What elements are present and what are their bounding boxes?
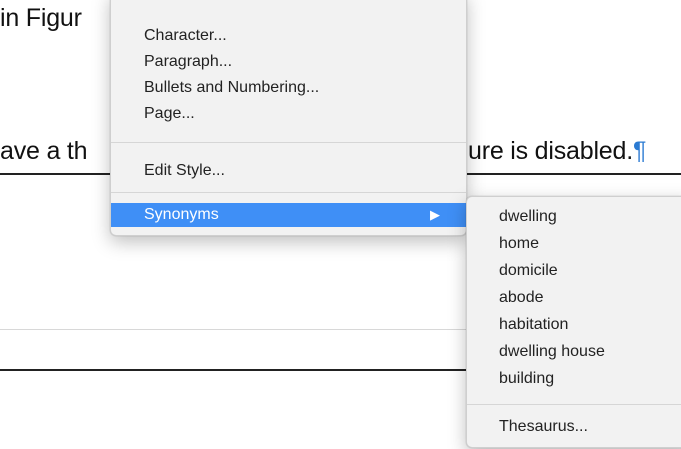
menu-separator	[111, 142, 466, 143]
submenu-arrow-icon: ▶	[430, 207, 440, 222]
synonym-item-home[interactable]: home	[467, 230, 681, 257]
menu-item-bullets-and-numbering[interactable]: Bullets and Numbering...	[111, 76, 466, 100]
menu-item-label: Synonyms	[144, 206, 219, 223]
document-text-fragment: in Figur	[0, 4, 82, 32]
synonym-item-habitation[interactable]: habitation	[467, 311, 681, 338]
context-menu: Character... Paragraph... Bullets and Nu…	[110, 0, 467, 236]
document-text-line: ure is disabled.¶	[468, 137, 646, 166]
document-text-fragment: ure is disabled.	[468, 137, 633, 165]
menu-separator	[467, 404, 681, 405]
menu-item-edit-style[interactable]: Edit Style...	[111, 159, 466, 183]
synonym-item-abode[interactable]: abode	[467, 284, 681, 311]
synonyms-submenu: dwelling home domicile abode habitation …	[466, 196, 681, 448]
document-text-fragment: ave a th	[0, 137, 88, 165]
menu-item-synonyms[interactable]: Synonyms ▶	[111, 203, 466, 227]
synonym-item-dwelling-house[interactable]: dwelling house	[467, 338, 681, 365]
document-text-line: ave a th	[0, 137, 88, 166]
pilcrow-icon: ¶	[632, 137, 647, 165]
document-text-line: in Figur	[0, 4, 82, 33]
synonym-item-dwelling[interactable]: dwelling	[467, 203, 681, 230]
menu-item-character[interactable]: Character...	[111, 24, 466, 48]
menu-item-thesaurus[interactable]: Thesaurus...	[467, 413, 681, 440]
menu-separator	[111, 192, 466, 193]
menu-item-paragraph[interactable]: Paragraph...	[111, 50, 466, 74]
menu-item-page[interactable]: Page...	[111, 102, 466, 126]
synonym-item-domicile[interactable]: domicile	[467, 257, 681, 284]
synonym-item-building[interactable]: building	[467, 365, 681, 392]
